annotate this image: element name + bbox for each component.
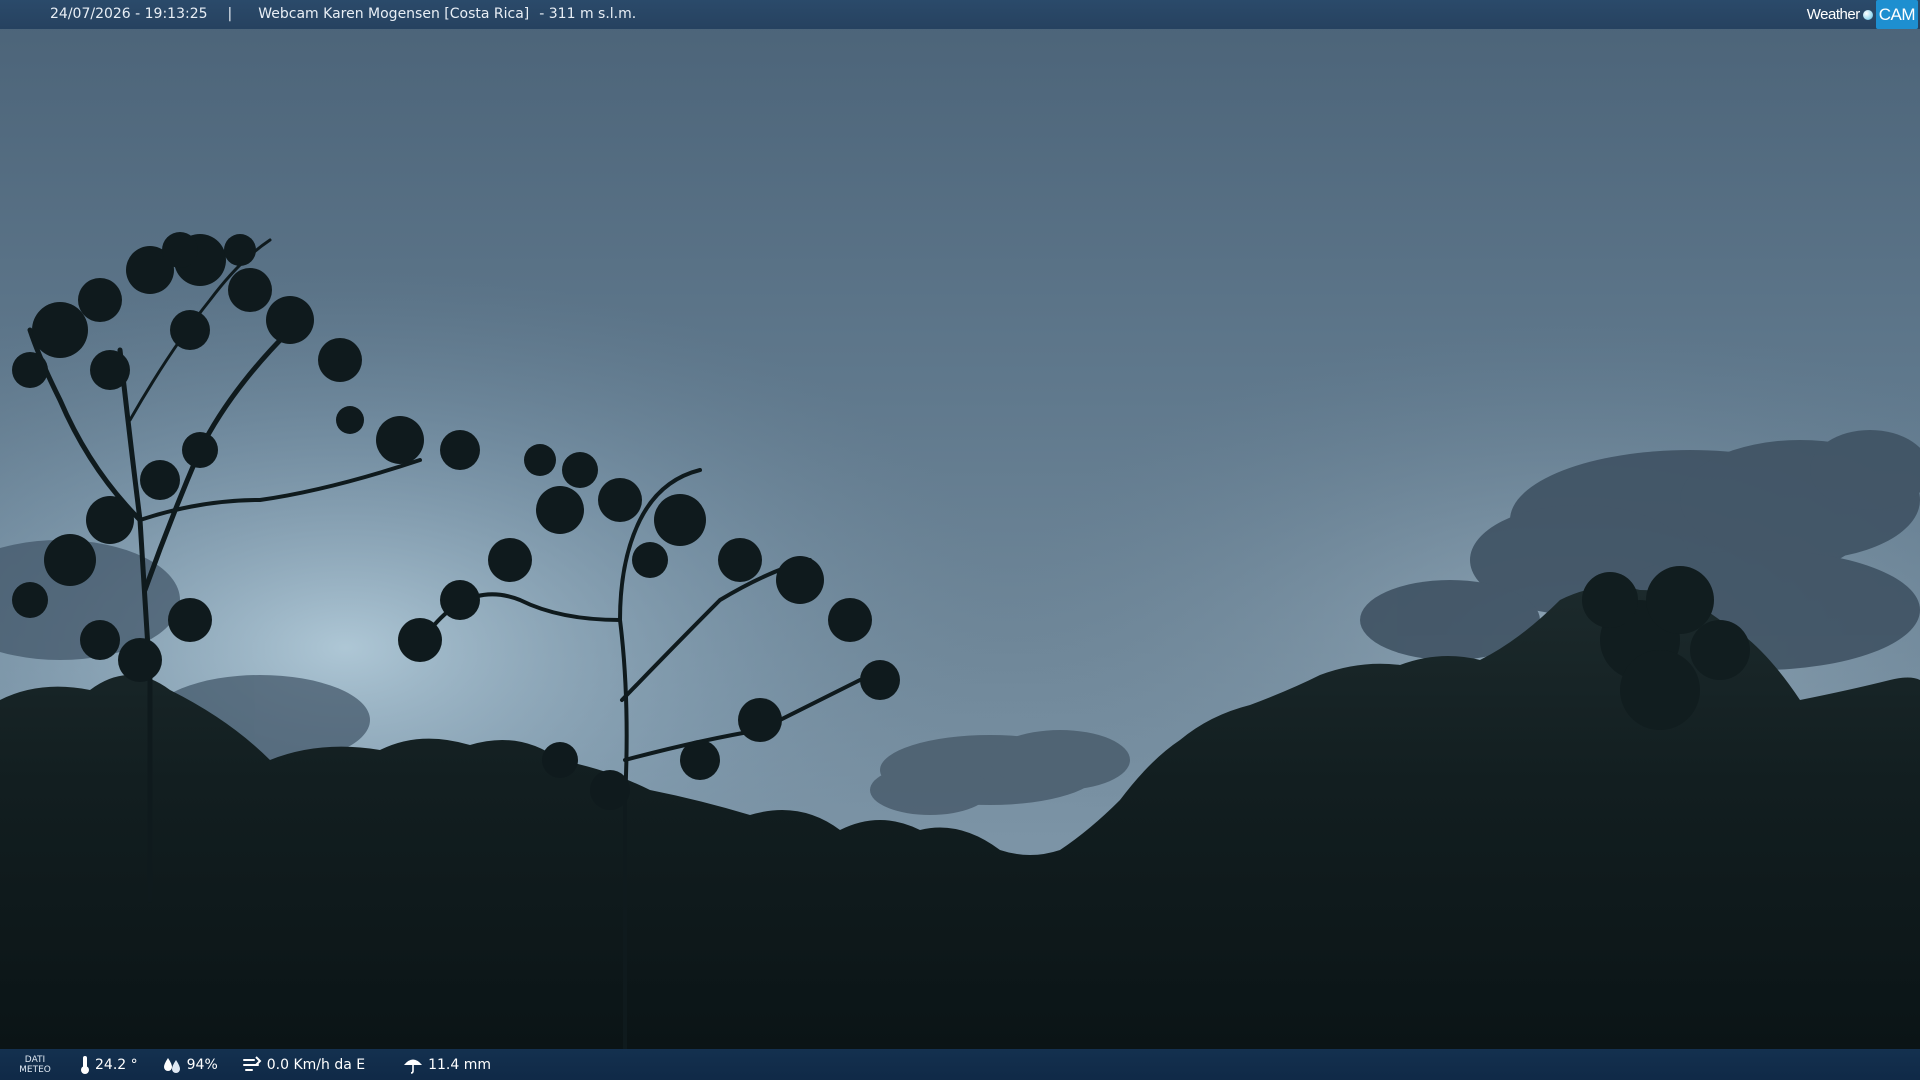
weather-data-label-line2: METEO [19,1064,51,1075]
webcam-view: 24/07/2026 - 19:13:25 | Webcam Karen Mog… [0,0,1920,1080]
webcam-image [0,0,1920,1080]
altitude-label: - 311 m s.l.m. [539,6,637,22]
temperature-value: 24.2 ° [95,1056,138,1073]
thermometer-icon [81,1055,89,1074]
webcam-title: Webcam Karen Mogensen [Costa Rica] [258,6,530,22]
rain-reading: 11.4 mm [403,1056,491,1074]
brand-weather-text: Weather [1806,6,1860,23]
top-overlay-bar: 24/07/2026 - 19:13:25 | Webcam Karen Mog… [0,0,1920,29]
humidity-reading: 94% [162,1056,218,1074]
rain-value: 11.4 mm [428,1056,491,1073]
brand-globe-icon [1862,9,1873,20]
weather-data-label-line1: DATI [24,1054,46,1065]
umbrella-icon [404,1059,423,1074]
weather-data-label: DATI METEO [0,1055,70,1075]
separator: | [227,6,233,22]
weather-data-bar: DATI METEO 24.2 ° 94% 0.0 Km/h da E 11.4… [0,1049,1920,1080]
humidity-value: 94% [186,1056,218,1073]
temperature-reading: 24.2 ° [80,1055,138,1075]
wind-reading: 0.0 Km/h da E [242,1055,366,1074]
weathercam-logo[interactable]: Weather CAM [1806,0,1918,29]
wind-value: 0.0 Km/h da E [266,1056,366,1073]
brand-cam-text: CAM [1875,0,1918,29]
timestamp: 24/07/2026 - 19:13:25 [50,6,208,22]
humidity-drops-icon [163,1057,180,1073]
wind-icon [242,1055,262,1071]
